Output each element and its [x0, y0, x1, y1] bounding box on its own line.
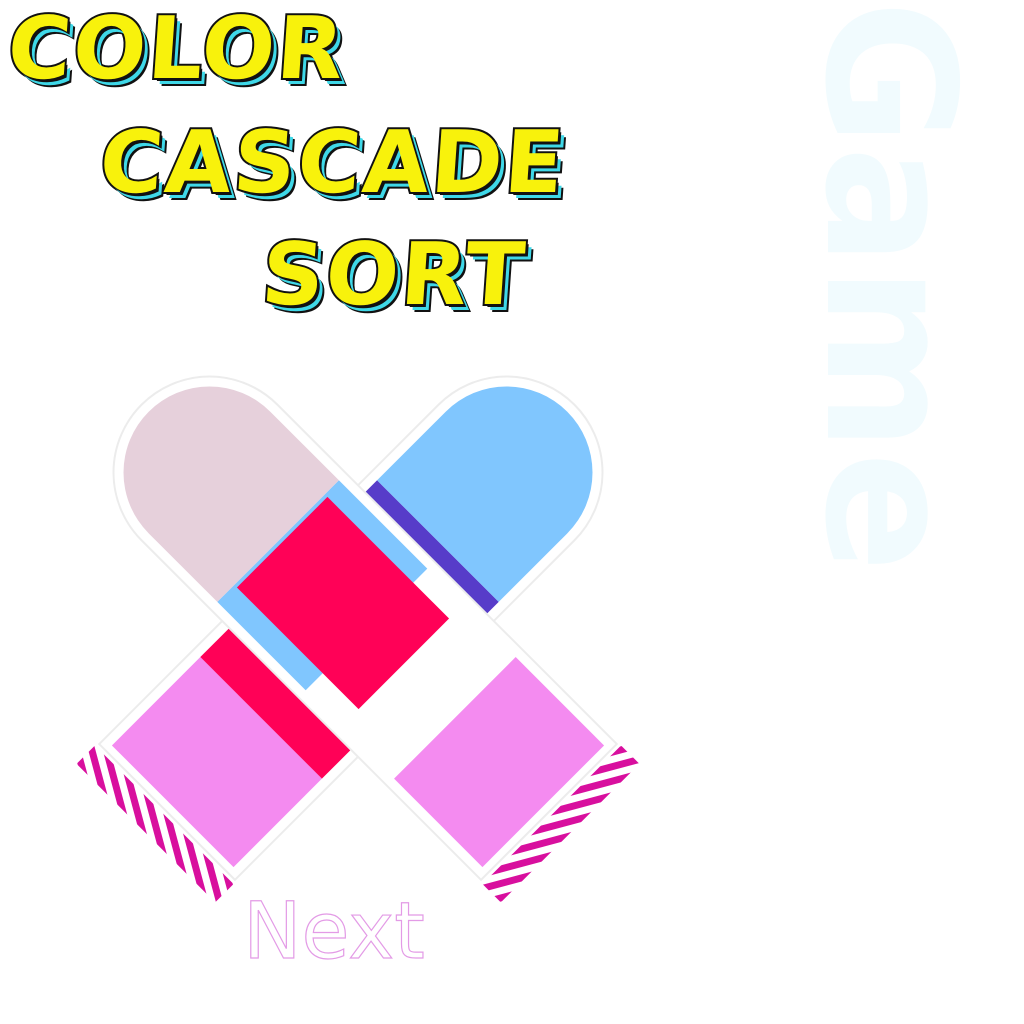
next-button[interactable]: Next: [214, 882, 454, 982]
crossed-tubes-logo: [76, 375, 640, 903]
game-screen: Game COLOR CASCADE SORT Next: [0, 0, 1024, 1024]
